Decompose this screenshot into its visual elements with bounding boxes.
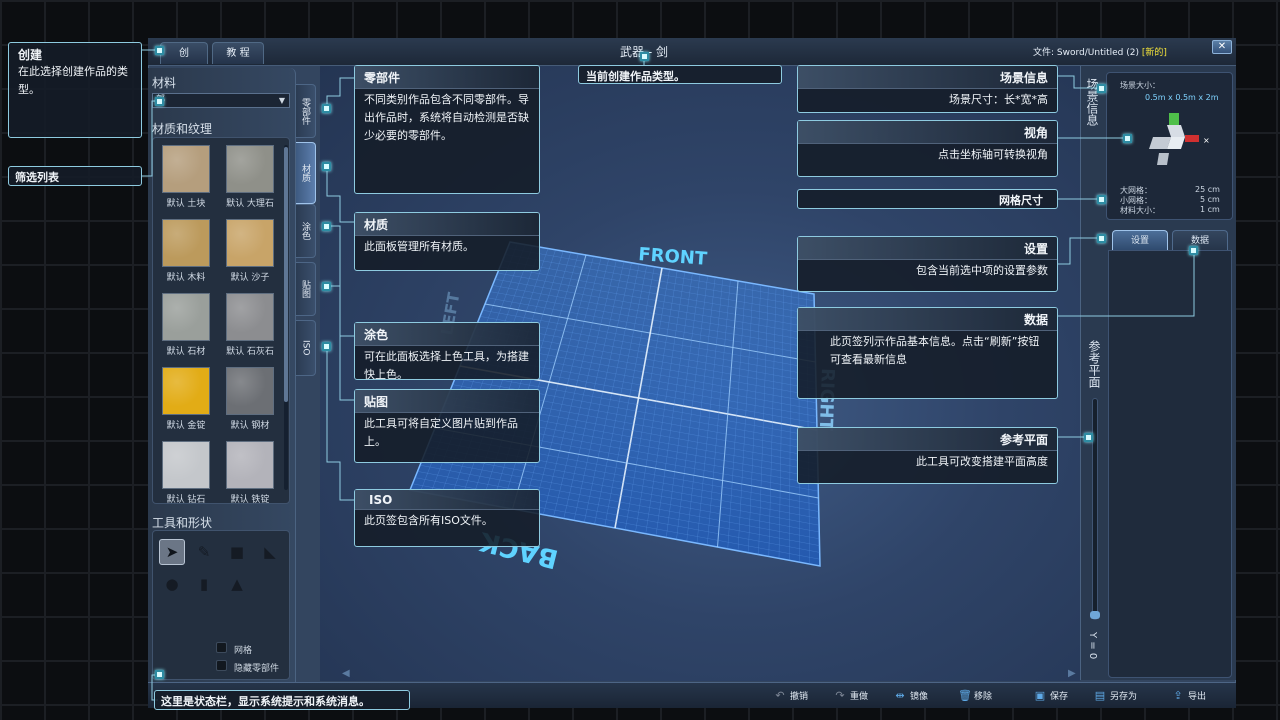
callout-paint: 涂色 可在此面板选择上色工具，为搭建快上色。 bbox=[354, 322, 540, 381]
callout-settings-title: 设置 bbox=[798, 237, 1057, 260]
callout-view-body: 点击坐标轴可转换视角 bbox=[938, 148, 1048, 161]
marker-data bbox=[1189, 246, 1198, 255]
marker-create bbox=[155, 46, 164, 55]
callout-settings: 设置 包含当前选中项的设置参数 bbox=[797, 236, 1058, 292]
callout-settings-body: 包含当前选中项的设置参数 bbox=[916, 264, 1048, 277]
marker-view bbox=[1123, 134, 1132, 143]
marker-material bbox=[322, 162, 331, 171]
callout-create: 创建 在此选择创建作品的类型。 bbox=[8, 42, 142, 138]
callout-connectors bbox=[142, 49, 1195, 701]
callout-data: 数据 此页签列示作品基本信息。点击“刷新”按钮可查看最新信息 bbox=[797, 307, 1058, 399]
callout-scene-info-title: 场景信息 bbox=[798, 66, 1057, 89]
marker-statusbar bbox=[155, 670, 164, 679]
callout-data-title: 数据 bbox=[798, 308, 1057, 331]
callout-material-body: 此面板管理所有材质。 bbox=[364, 240, 474, 253]
callout-iso-body: 此页签包含所有ISO文件。 bbox=[364, 514, 493, 527]
callout-material-title: 材质 bbox=[355, 213, 539, 236]
callout-create-title: 创建 bbox=[18, 48, 43, 62]
callout-parts: 零部件 不同类别作品包含不同零部件。导出作品时，系统将自动检测是否缺少必要的零部… bbox=[354, 65, 540, 194]
callout-ref-plane: 参考平面 此工具可改变搭建平面高度 bbox=[797, 427, 1058, 484]
marker-current-type bbox=[640, 52, 649, 61]
callout-paint-title: 涂色 bbox=[355, 323, 539, 346]
marker-decal bbox=[322, 282, 331, 291]
callout-view: 视角 点击坐标轴可转换视角 bbox=[797, 120, 1058, 177]
callout-scene-info: 场景信息 场景尺寸：长*宽*高 bbox=[797, 65, 1058, 113]
callout-iso: ISO 此页签包含所有ISO文件。 bbox=[354, 489, 540, 547]
callout-view-title: 视角 bbox=[798, 121, 1057, 144]
callout-material: 材质 此面板管理所有材质。 bbox=[354, 212, 540, 271]
callout-statusbar-title: 这里是状态栏，显示系统提示和系统消息。 bbox=[161, 695, 370, 708]
callout-filter-title: 筛选列表 bbox=[15, 171, 59, 184]
marker-ref-plane bbox=[1084, 433, 1093, 442]
callout-decal-title: 贴图 bbox=[355, 390, 539, 413]
callout-data-body: 此页签列示作品基本信息。点击“刷新”按钮可查看最新信息 bbox=[830, 335, 1040, 366]
callout-paint-body: 可在此面板选择上色工具，为搭建快上色。 bbox=[364, 350, 529, 381]
callout-current-type: 当前创建作品类型。 bbox=[578, 65, 782, 84]
callout-ref-plane-title: 参考平面 bbox=[798, 428, 1057, 451]
marker-iso bbox=[322, 342, 331, 351]
marker-grid-size bbox=[1097, 195, 1106, 204]
marker-scene-info bbox=[1097, 84, 1106, 93]
marker-settings bbox=[1097, 234, 1106, 243]
callout-filter: 筛选列表 bbox=[8, 166, 142, 186]
callout-grid-size-title: 网格尺寸 bbox=[999, 194, 1043, 207]
callout-parts-body: 不同类别作品包含不同零部件。导出作品时，系统将自动检测是否缺少必要的零部件。 bbox=[364, 93, 529, 142]
callout-statusbar: 这里是状态栏，显示系统提示和系统消息。 bbox=[154, 690, 410, 710]
callout-current-type-title: 当前创建作品类型。 bbox=[586, 70, 685, 83]
marker-paint bbox=[322, 222, 331, 231]
callout-ref-plane-body: 此工具可改变搭建平面高度 bbox=[916, 455, 1048, 468]
callout-create-body: 在此选择创建作品的类型。 bbox=[18, 65, 128, 96]
marker-filter bbox=[155, 97, 164, 106]
callout-decal: 贴图 此工具可将自定义图片贴到作品上。 bbox=[354, 389, 540, 463]
callout-iso-title: ISO bbox=[355, 490, 539, 510]
callout-decal-body: 此工具可将自定义图片贴到作品上。 bbox=[364, 417, 518, 448]
marker-parts bbox=[322, 104, 331, 113]
callout-parts-title: 零部件 bbox=[355, 66, 539, 89]
callout-scene-info-body: 场景尺寸：长*宽*高 bbox=[949, 93, 1048, 106]
callout-grid-size: 网格尺寸 bbox=[797, 189, 1058, 209]
